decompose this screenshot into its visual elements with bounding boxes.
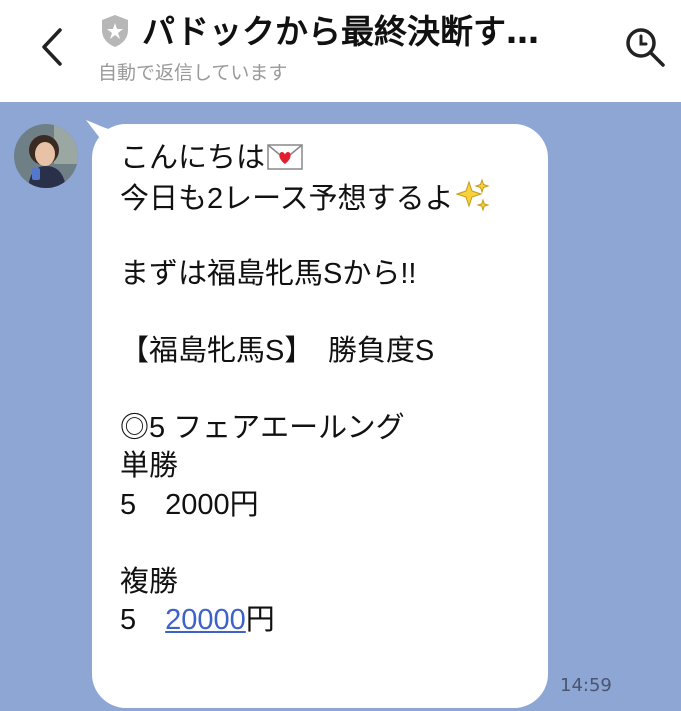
message-line: 今日も2レース予想するよ [120,177,540,217]
message-line: ◎5 フェアエールング [120,411,405,444]
avatar[interactable] [14,124,78,188]
message-line: 5 20000円 [120,604,275,636]
message-text: こんにちは 今日も2レース予想するよ まずは福島牝馬Sから!! 【福島牝馬S】 … [120,139,540,640]
message-line: 単勝 [120,450,179,482]
sparkles-icon [455,177,490,223]
message-timestamp: 14:59 [560,675,612,696]
number-link[interactable]: 20000 [165,604,246,636]
chat-title: パドックから最終決断す… [142,12,539,51]
chevron-left-icon [42,28,62,66]
chat-header: パドックから最終決断す… 自動で返信しています [0,0,681,102]
back-button[interactable] [34,22,74,72]
auto-reply-status: 自動で返信しています [98,62,288,84]
message-line: 【福島牝馬S】 勝負度S [120,334,435,367]
message-line: こんにちは [120,139,540,178]
message-line: まずは福島牝馬Sから!! [120,257,417,290]
message-line: 5 2000円 [120,488,259,521]
message-line: 複勝 [120,565,179,598]
search-icon [626,28,665,67]
love-letter-icon [267,143,303,182]
search-button[interactable] [622,24,668,70]
shield-icon [102,15,128,47]
